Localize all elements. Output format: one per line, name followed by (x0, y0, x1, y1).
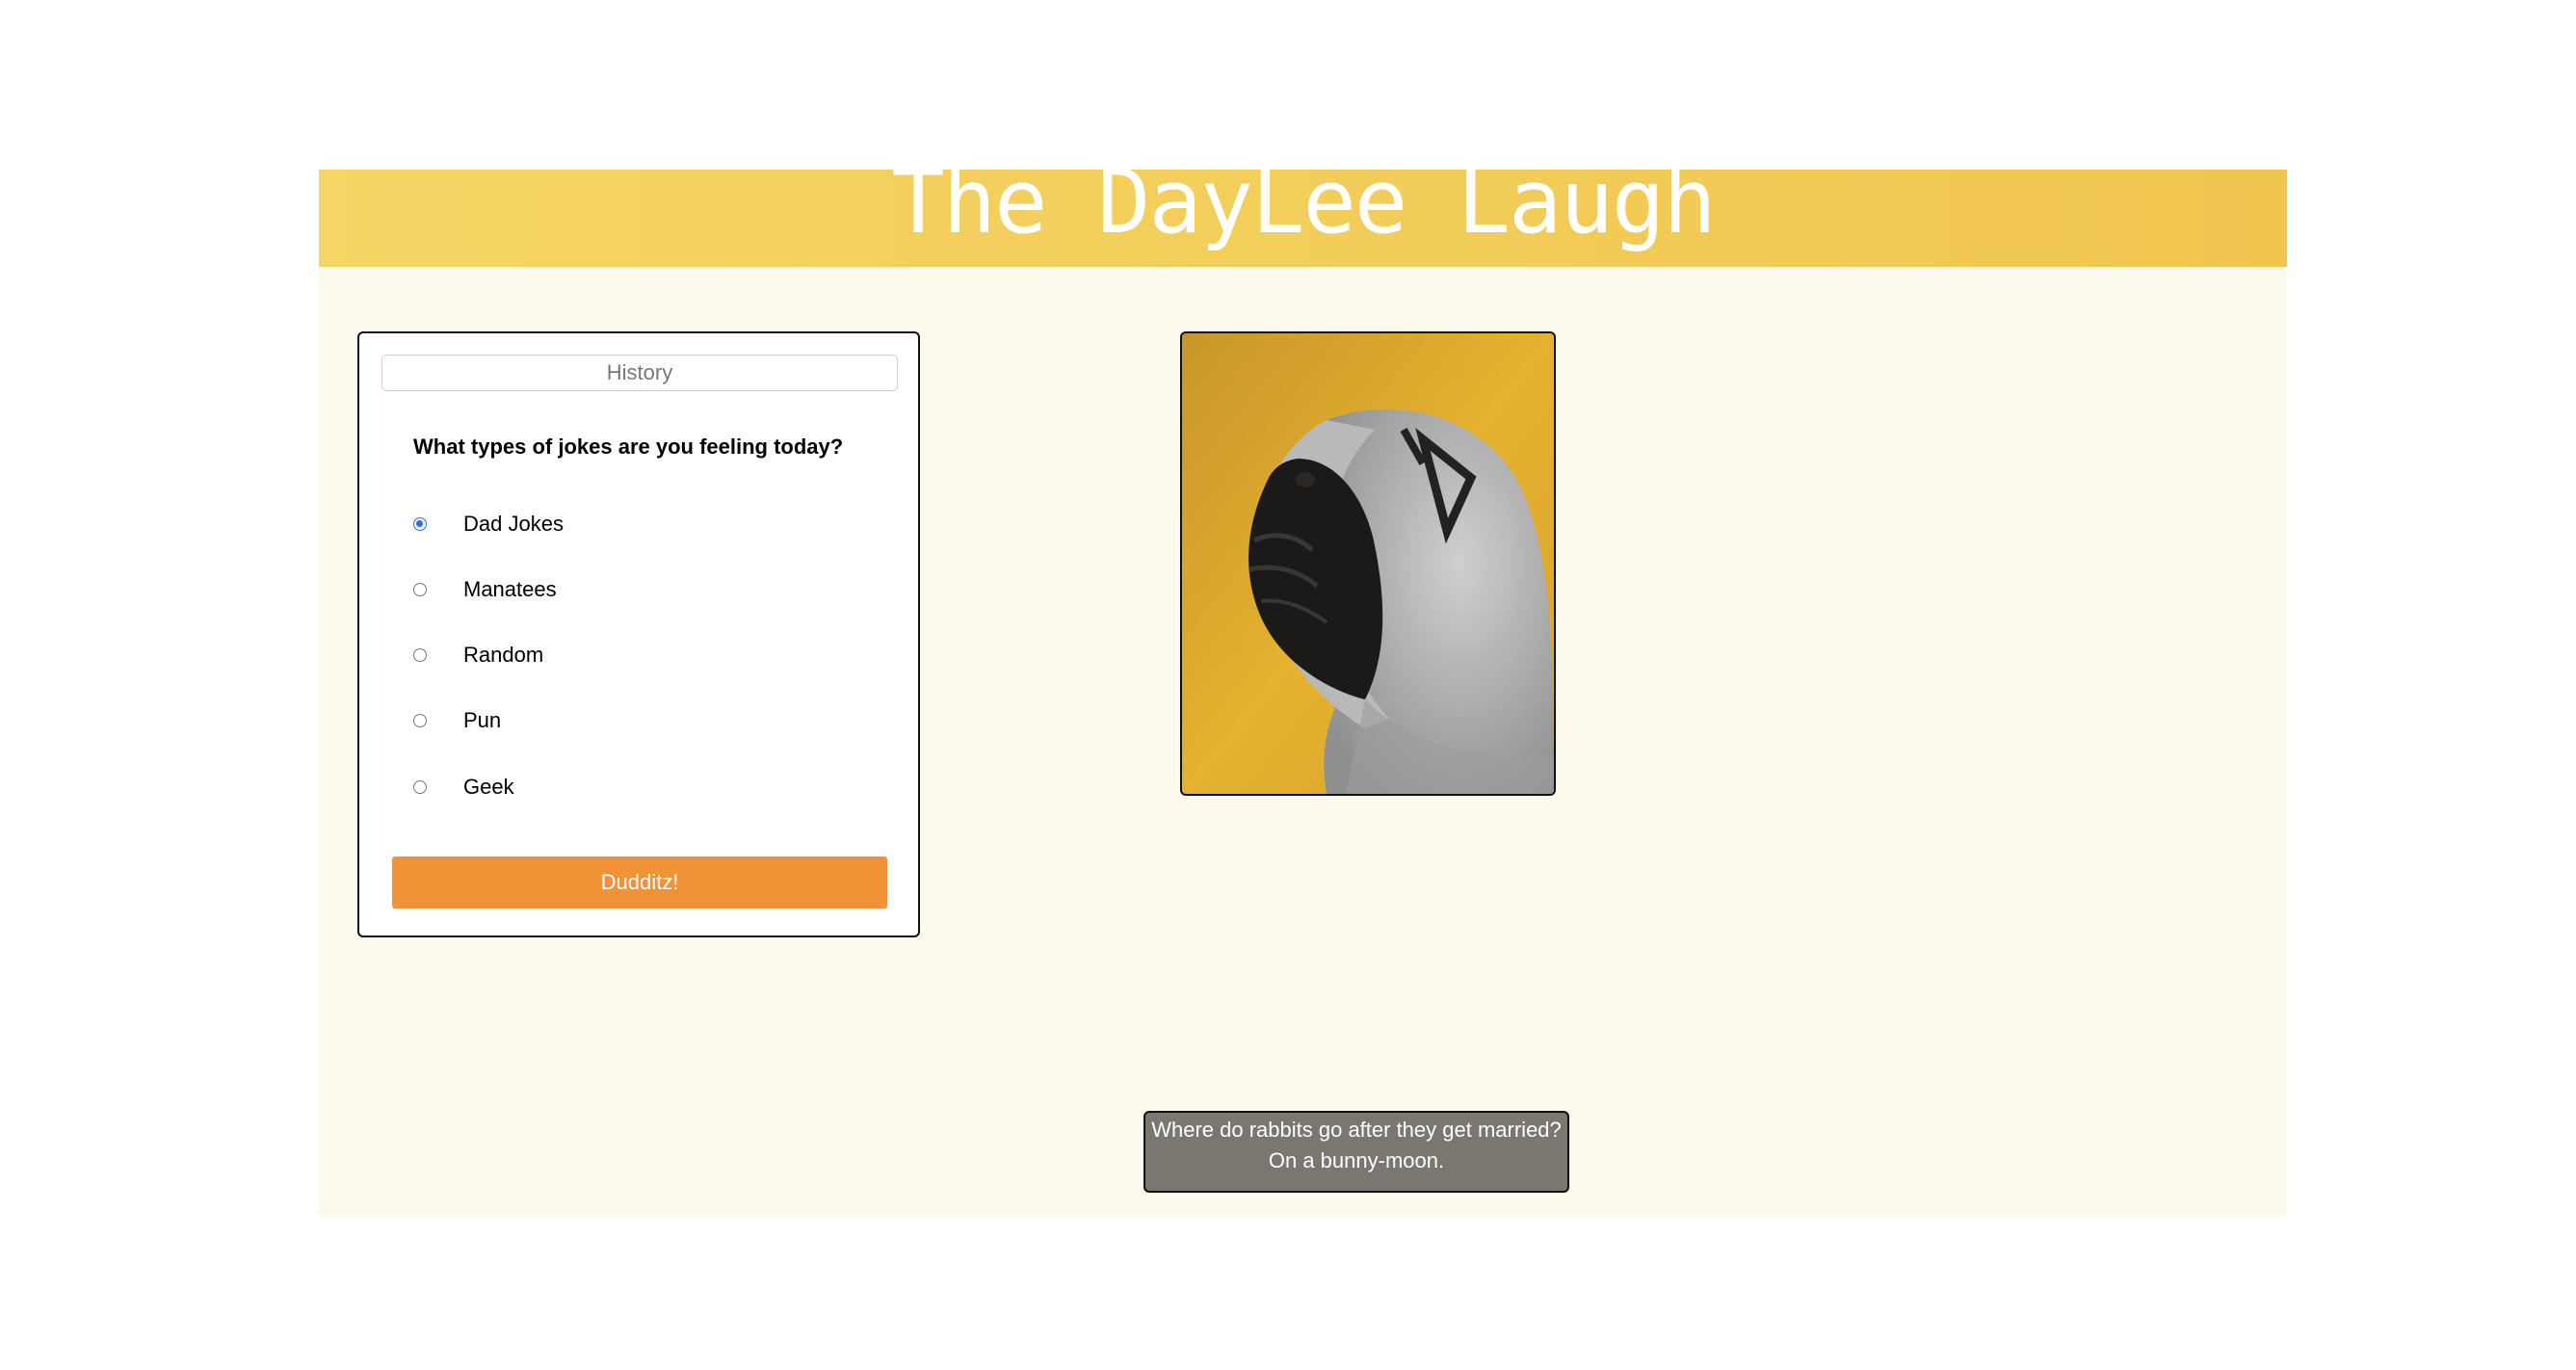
radio-random[interactable] (413, 648, 427, 662)
history-button[interactable]: History (381, 355, 898, 391)
joke-type-form: History What types of jokes are you feel… (357, 331, 920, 937)
pug-in-hoodie-image (1182, 333, 1554, 794)
joke-display: Where do rabbits go after they get marri… (1143, 1111, 1569, 1193)
option-label: Manatees (463, 577, 557, 601)
option-label: Pun (463, 708, 502, 732)
radio-geek[interactable] (413, 780, 427, 794)
dudditz-submit-button[interactable]: Dudditz! (392, 856, 887, 909)
radio-manatees[interactable] (413, 583, 427, 596)
pug-photo (1180, 331, 1556, 796)
option-manatees[interactable]: Manatees (413, 572, 557, 607)
option-pun[interactable]: Pun (413, 703, 501, 738)
option-label: Random (463, 643, 544, 667)
joke-setup: Where do rabbits go after they get marri… (1151, 1118, 1562, 1142)
option-geek[interactable]: Geek (413, 770, 514, 804)
site-title: The DayLee Laugh (891, 170, 1716, 253)
option-dad-jokes[interactable]: Dad Jokes (413, 507, 564, 541)
option-random[interactable]: Random (413, 638, 543, 672)
option-label: Dad Jokes (463, 512, 564, 536)
header-banner: The DayLee Laugh (319, 170, 2287, 267)
radio-pun[interactable] (413, 714, 427, 727)
joke-punchline: On a bunny-moon. (1268, 1148, 1445, 1172)
app-container: The DayLee Laugh History What types of j… (319, 170, 2287, 1216)
radio-dad-jokes[interactable] (413, 517, 427, 531)
option-label: Geek (463, 775, 514, 799)
question-text: What types of jokes are you feeling toda… (413, 435, 844, 459)
